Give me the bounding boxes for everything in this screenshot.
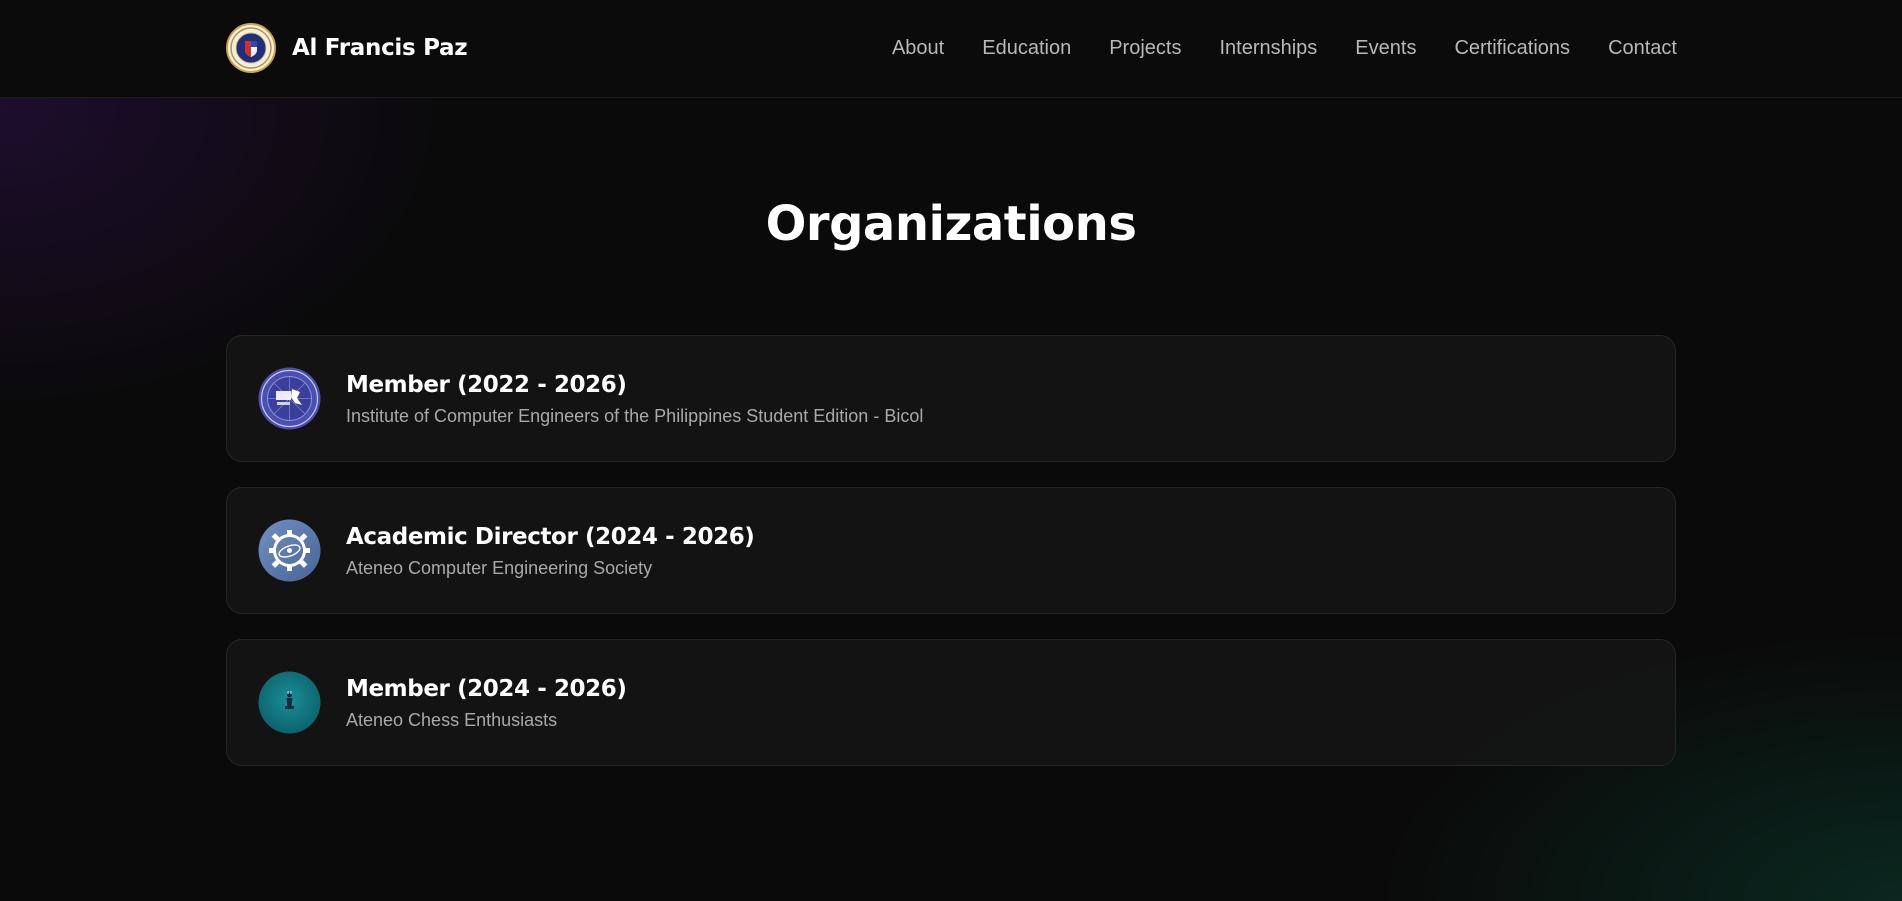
university-seal-icon	[226, 23, 276, 73]
organization-text: Member (2022 - 2026) Institute of Comput…	[346, 370, 923, 428]
icpep-logo-icon	[258, 367, 321, 430]
nav-link-education[interactable]: Education	[982, 33, 1071, 63]
nav-link-events[interactable]: Events	[1355, 33, 1416, 63]
organization-text: Member (2024 - 2026) Ateneo Chess Enthus…	[346, 674, 627, 732]
organization-role: Academic Director (2024 - 2026)	[346, 523, 755, 550]
nav-link-internships[interactable]: Internships	[1219, 33, 1317, 63]
organization-card: Member (2022 - 2026) Institute of Comput…	[226, 335, 1676, 462]
organization-card: Academic Director (2024 - 2026) Ateneo C…	[226, 487, 1676, 614]
navbar: Al Francis Paz About Education Projects …	[0, 0, 1902, 98]
organization-card: Member (2024 - 2026) Ateneo Chess Enthus…	[226, 639, 1676, 766]
organization-text: Academic Director (2024 - 2026) Ateneo C…	[346, 522, 755, 580]
organization-name: Institute of Computer Engineers of the P…	[346, 405, 924, 426]
nav-link-about[interactable]: About	[892, 33, 944, 63]
brand[interactable]: Al Francis Paz	[226, 22, 468, 74]
nav-links: About Education Projects Internships Eve…	[892, 33, 1677, 63]
page-title: Organizations	[765, 196, 1137, 252]
gear-logo-icon	[258, 519, 321, 582]
brand-name: Al Francis Paz	[292, 35, 468, 61]
organizations-list: Member (2022 - 2026) Institute of Comput…	[226, 335, 1676, 791]
organization-name: Ateneo Computer Engineering Society	[346, 557, 653, 578]
organization-role: Member (2022 - 2026)	[346, 371, 627, 398]
nav-link-certifications[interactable]: Certifications	[1454, 33, 1570, 63]
nav-link-projects[interactable]: Projects	[1109, 33, 1181, 63]
organization-name: Ateneo Chess Enthusiasts	[346, 709, 558, 730]
chess-logo-icon	[258, 671, 321, 734]
organization-role: Member (2024 - 2026)	[346, 675, 627, 702]
nav-link-contact[interactable]: Contact	[1608, 33, 1677, 63]
